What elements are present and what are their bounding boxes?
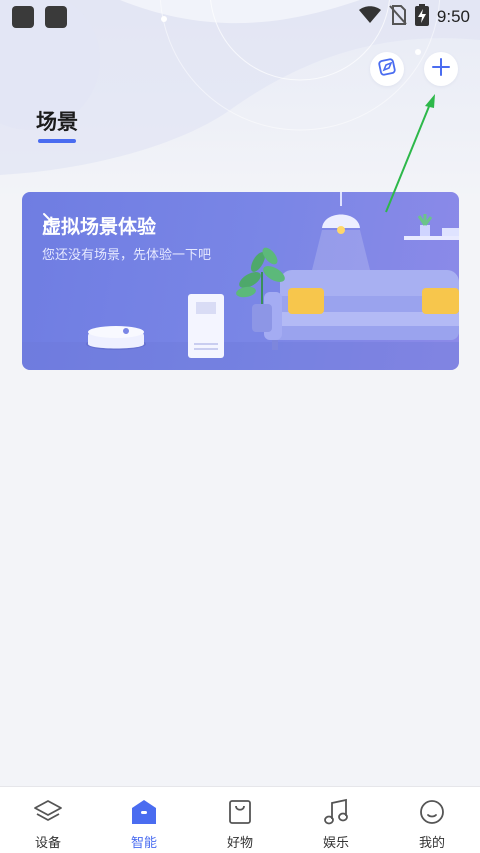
nav-label: 我的	[418, 836, 445, 851]
app-notification-icon	[45, 6, 67, 28]
app-notification-icon	[12, 6, 34, 28]
nav-label: 娱乐	[322, 836, 349, 851]
banner-title: 虚拟场景体验	[42, 212, 164, 239]
status-bar: 9:50	[0, 0, 480, 34]
plus-icon	[431, 57, 451, 81]
nav-item-smart[interactable]: 智能	[96, 787, 192, 853]
nav-item-entertainment[interactable]: 娱乐	[288, 787, 384, 853]
bottom-navigation: 设备 智能 好物 娱乐 我的	[0, 786, 480, 853]
compass-button[interactable]	[370, 52, 404, 86]
nav-label: 好物	[226, 836, 253, 851]
home-smart-icon	[129, 797, 159, 827]
clock: 9:50	[436, 7, 470, 26]
battery-charging-icon	[414, 4, 429, 30]
nav-item-profile[interactable]: 我的	[384, 787, 480, 853]
virtual-scene-banner[interactable]: 虚拟场景体验 您还没有场景，先体验一下吧	[22, 192, 459, 370]
add-scene-button[interactable]	[424, 52, 458, 86]
compass-icon	[377, 57, 397, 81]
shopping-bag-icon	[225, 797, 255, 827]
profile-face-icon	[417, 797, 447, 827]
banner-subtitle: 您还没有场景，先体验一下吧	[42, 248, 212, 263]
banner-title-text: 虚拟场景体验	[42, 216, 157, 238]
music-note-icon	[321, 797, 351, 827]
layers-icon	[33, 797, 63, 827]
nav-label: 设备	[34, 836, 61, 851]
nav-label: 智能	[130, 836, 157, 851]
no-sim-icon	[389, 5, 407, 29]
nav-item-devices[interactable]: 设备	[0, 787, 96, 853]
title-underline	[38, 139, 76, 143]
nav-item-goods[interactable]: 好物	[192, 787, 288, 853]
page-title: 场景	[36, 110, 78, 134]
wifi-icon	[358, 6, 381, 28]
